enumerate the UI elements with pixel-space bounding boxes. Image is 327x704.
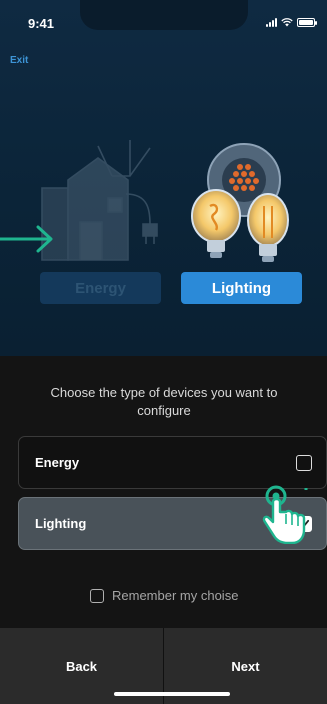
wifi-icon — [281, 18, 293, 27]
exit-link[interactable]: Exit — [10, 55, 28, 66]
house-illustration — [41, 140, 158, 261]
status-bar: 9:41 — [0, 0, 327, 44]
bulbs-illustration — [191, 143, 289, 262]
battery-icon — [297, 18, 317, 27]
next-button-label: Next — [231, 658, 260, 674]
option-energy-label: Energy — [35, 455, 80, 470]
back-button-label: Back — [65, 658, 98, 674]
lighting-choice-label: Lighting — [211, 279, 272, 297]
energy-choice-label: Energy — [75, 279, 126, 297]
remember-checkbox[interactable] — [90, 588, 104, 603]
hero-section: 9:41 Exit Energy Lighting — [0, 0, 327, 356]
energy-choice-button[interactable]: Energy — [40, 272, 161, 304]
home-indicator — [114, 692, 230, 696]
option-lighting-label: Lighting — [35, 516, 87, 531]
remember-choice-toggle[interactable]: Remember my choise — [90, 588, 238, 603]
signal-icon — [266, 18, 277, 27]
remember-label: Remember my choise — [112, 588, 239, 603]
option-energy-checkbox[interactable] — [296, 455, 312, 471]
status-icons — [266, 18, 317, 27]
lighting-choice-button[interactable]: Lighting — [181, 272, 302, 304]
device-notch — [80, 0, 248, 30]
question-text: Choose the type of devices you want to c… — [50, 385, 278, 418]
device-screen: 9:41 Exit Energy Lighting Choose the typ… — [0, 0, 327, 704]
hint-arrow-icon — [0, 225, 53, 253]
status-time: 9:41 — [28, 16, 55, 31]
tap-hand-icon — [262, 485, 308, 544]
